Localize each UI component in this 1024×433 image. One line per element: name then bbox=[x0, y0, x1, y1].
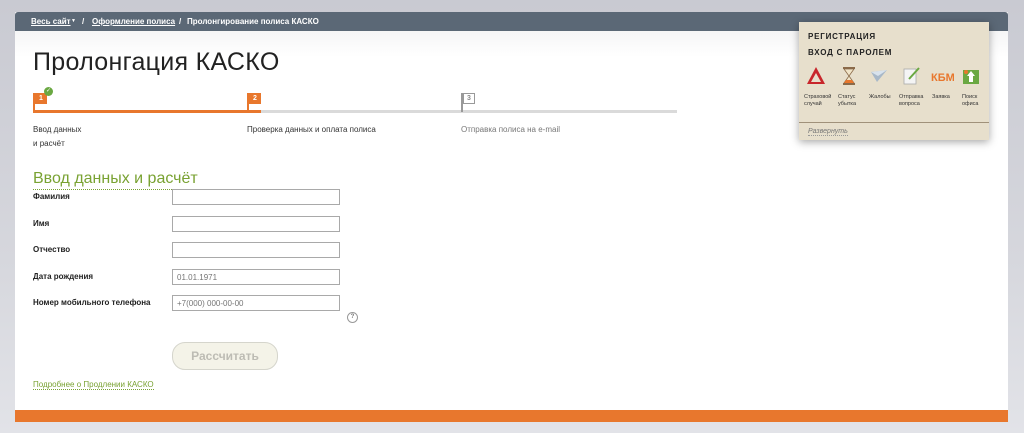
step-3-flag: 3 bbox=[463, 93, 475, 104]
first-name-input[interactable] bbox=[172, 216, 340, 232]
widget-item-line2[interactable]: убытка bbox=[838, 101, 856, 107]
kbm-logo-icon[interactable]: КБМ bbox=[930, 66, 954, 86]
breadcrumb-current: Пролонгирование полиса КАСКО bbox=[187, 17, 319, 26]
page-title: Пролонгация КАСКО bbox=[33, 48, 280, 76]
widget-item-line1[interactable]: Заявка bbox=[932, 94, 950, 100]
warning-triangle-icon[interactable] bbox=[806, 66, 826, 86]
office-location-icon[interactable] bbox=[961, 66, 981, 86]
expand-link[interactable]: Развернуть bbox=[808, 128, 848, 136]
patronymic-label: Отчество bbox=[33, 245, 71, 254]
hourglass-icon[interactable] bbox=[839, 66, 859, 86]
step-1-label: Ввод данных и расчёт bbox=[33, 123, 81, 151]
birth-date-label: Дата рождения bbox=[33, 272, 94, 281]
chevron-down-icon[interactable]: ▼ bbox=[71, 12, 76, 31]
breadcrumb-separator: / bbox=[179, 17, 182, 26]
account-widget: РЕГИСТРАЦИЯ ВХОД С ПАРОЛЕМ КБМ Страховой… bbox=[799, 22, 989, 140]
widget-item-label[interactable]: Отправка вопроса bbox=[899, 94, 923, 108]
phone-label: Номер мобильного телефона bbox=[33, 298, 151, 307]
step-3-label: Отправка полиса на e-mail bbox=[461, 125, 560, 134]
paper-plane-icon[interactable] bbox=[869, 66, 889, 86]
widget-item-label[interactable]: Статус убытка bbox=[838, 94, 856, 108]
step-1-label-line2: и расчёт bbox=[33, 139, 65, 148]
login-link[interactable]: ВХОД С ПАРОЛЕМ bbox=[808, 48, 892, 57]
widget-item-line2[interactable]: случай bbox=[804, 101, 822, 107]
calculate-button[interactable]: Рассчитать bbox=[172, 342, 278, 370]
footer-bar bbox=[15, 410, 1008, 422]
step-1-label-line1: Ввод данных bbox=[33, 125, 82, 134]
kbm-logo-text: КБМ bbox=[931, 72, 954, 84]
widget-item-label[interactable]: Жалобы bbox=[869, 94, 891, 101]
section-title: Ввод данных и расчёт bbox=[33, 170, 198, 190]
check-icon: ✓ bbox=[44, 87, 53, 96]
stepper-line-pending bbox=[261, 110, 677, 113]
breadcrumb-policy[interactable]: Оформление полиса bbox=[92, 12, 175, 31]
step-2-label: Проверка данных и оплата полиса bbox=[247, 125, 376, 134]
widget-item-label[interactable]: Заявка bbox=[932, 94, 950, 101]
widget-item-line2[interactable]: вопроса bbox=[899, 101, 920, 107]
pen-document-icon[interactable] bbox=[901, 66, 921, 86]
registration-link[interactable]: РЕГИСТРАЦИЯ bbox=[808, 32, 876, 41]
breadcrumb-separator: / bbox=[82, 17, 85, 26]
step-2-flag: 2 bbox=[249, 93, 261, 104]
last-name-label: Фамилия bbox=[33, 192, 70, 201]
more-about-kasko-link[interactable]: Подробнее о Продлении КАСКО bbox=[33, 380, 154, 390]
help-icon[interactable]: ? bbox=[347, 312, 358, 323]
last-name-input[interactable] bbox=[172, 189, 340, 205]
widget-item-line1[interactable]: Страховой bbox=[804, 94, 831, 100]
widget-item-line1[interactable]: Поиск bbox=[962, 94, 977, 100]
widget-item-label[interactable]: Страховой случай bbox=[804, 94, 831, 108]
birth-date-input[interactable] bbox=[172, 269, 340, 285]
widget-item-line1[interactable]: Жалобы bbox=[869, 94, 891, 100]
widget-divider bbox=[799, 122, 989, 123]
stepper-line-done bbox=[33, 110, 261, 113]
breadcrumb-all-site[interactable]: Весь сайт bbox=[31, 12, 71, 31]
widget-item-line1[interactable]: Отправка bbox=[899, 94, 923, 100]
patronymic-input[interactable] bbox=[172, 242, 340, 258]
first-name-label: Имя bbox=[33, 219, 50, 228]
phone-input[interactable] bbox=[172, 295, 340, 311]
widget-item-label[interactable]: Поиск офиса bbox=[962, 94, 978, 108]
widget-item-line2[interactable]: офиса bbox=[962, 101, 978, 107]
widget-item-line1[interactable]: Статус bbox=[838, 94, 855, 100]
